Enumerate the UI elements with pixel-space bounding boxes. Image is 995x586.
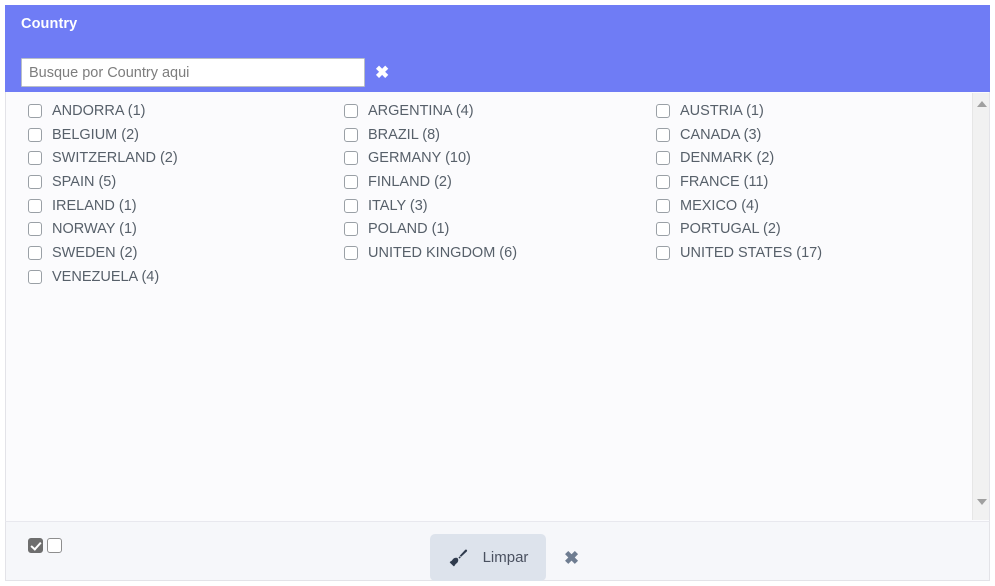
select-none-checkbox[interactable]	[47, 538, 62, 553]
clear-button[interactable]: Limpar	[430, 534, 546, 581]
list-item[interactable]: BRAZIL (8)	[344, 123, 640, 147]
clear-button-label: Limpar	[482, 549, 529, 566]
list-item-label: BRAZIL (8)	[368, 126, 440, 143]
list-item-label: DENMARK (2)	[680, 150, 775, 167]
list-item[interactable]: SWEDEN (2)	[28, 241, 324, 265]
checkbox-icon[interactable]	[344, 245, 358, 260]
country-filter-panel: Country ✖ ANDORRA (1) BELGIUM (2) SWITZE…	[0, 0, 995, 586]
list-item[interactable]: SWITZERLAND (2)	[28, 146, 324, 170]
list-item[interactable]: CANADA (3)	[656, 123, 952, 147]
list-item[interactable]: IRELAND (1)	[28, 194, 324, 218]
checkbox-icon[interactable]	[28, 269, 42, 284]
checkbox-icon[interactable]	[28, 198, 42, 213]
list-item-label: UNITED STATES (17)	[680, 244, 823, 261]
checkbox-icon[interactable]	[656, 174, 670, 189]
checkbox-icon[interactable]	[344, 127, 358, 142]
search-input[interactable]	[21, 58, 365, 87]
checkbox-icon[interactable]	[28, 174, 42, 189]
scroll-down-arrow-icon[interactable]	[973, 493, 990, 510]
footer-actions: Limpar ✖	[430, 534, 579, 581]
list-item-label: SWITZERLAND (2)	[52, 150, 178, 167]
list-item[interactable]: SPAIN (5)	[28, 170, 324, 194]
list-item-label: ARGENTINA (4)	[368, 102, 474, 119]
broom-icon	[448, 547, 470, 569]
list-item[interactable]: ANDORRA (1)	[28, 99, 324, 123]
list-item-label: AUSTRIA (1)	[680, 102, 764, 119]
list-item[interactable]: FINLAND (2)	[344, 170, 640, 194]
checkbox-icon[interactable]	[28, 245, 42, 260]
list-item-label: POLAND (1)	[368, 221, 450, 238]
list-item[interactable]: UNITED KINGDOM (6)	[344, 241, 640, 265]
list-item-label: ANDORRA (1)	[52, 102, 146, 119]
options-columns: ANDORRA (1) BELGIUM (2) SWITZERLAND (2) …	[6, 99, 961, 289]
checkbox-icon[interactable]	[656, 198, 670, 213]
list-item[interactable]: FRANCE (11)	[656, 170, 952, 194]
list-item[interactable]: UNITED STATES (17)	[656, 241, 952, 265]
vertical-scrollbar[interactable]	[972, 93, 989, 520]
list-item[interactable]: NORWAY (1)	[28, 217, 324, 241]
search-row: ✖	[21, 58, 389, 87]
list-item[interactable]: VENEZUELA (4)	[28, 265, 324, 289]
checkbox-icon[interactable]	[656, 151, 670, 166]
list-item[interactable]: AUSTRIA (1)	[656, 99, 952, 123]
options-column-3: AUSTRIA (1) CANADA (3) DENMARK (2) FRANC…	[640, 99, 952, 289]
list-item-label: CANADA (3)	[680, 126, 762, 143]
checkbox-icon[interactable]	[344, 198, 358, 213]
page-title: Country	[21, 16, 78, 32]
options-list: ANDORRA (1) BELGIUM (2) SWITZERLAND (2) …	[5, 92, 990, 521]
options-column-2: ARGENTINA (4) BRAZIL (8) GERMANY (10) FI…	[324, 99, 640, 289]
close-icon[interactable]: ✖	[564, 549, 579, 567]
list-item[interactable]: BELGIUM (2)	[28, 123, 324, 147]
checkbox-icon[interactable]	[344, 103, 358, 118]
list-item-label: UNITED KINGDOM (6)	[368, 244, 518, 261]
panel-header: Country ✖	[5, 5, 990, 92]
checkbox-icon[interactable]	[28, 151, 42, 166]
list-item[interactable]: MEXICO (4)	[656, 194, 952, 218]
clear-search-icon[interactable]: ✖	[375, 64, 389, 81]
options-column-1: ANDORRA (1) BELGIUM (2) SWITZERLAND (2) …	[6, 99, 324, 289]
list-item-label: IRELAND (1)	[52, 197, 137, 214]
panel-footer: Limpar ✖	[5, 521, 990, 581]
list-item-label: SPAIN (5)	[52, 173, 117, 190]
select-all-checkbox[interactable]	[28, 538, 43, 553]
list-item-label: FINLAND (2)	[368, 173, 452, 190]
checkbox-icon[interactable]	[656, 103, 670, 118]
checkbox-icon[interactable]	[28, 103, 42, 118]
checkbox-icon[interactable]	[656, 222, 670, 237]
checkbox-icon[interactable]	[344, 222, 358, 237]
list-item[interactable]: GERMANY (10)	[344, 146, 640, 170]
checkbox-icon[interactable]	[656, 245, 670, 260]
checkbox-icon[interactable]	[344, 151, 358, 166]
scroll-up-arrow-icon[interactable]	[973, 95, 990, 112]
checkbox-icon[interactable]	[656, 127, 670, 142]
list-item-label: ITALY (3)	[368, 197, 428, 214]
list-item-label: FRANCE (11)	[680, 173, 769, 190]
list-item[interactable]: POLAND (1)	[344, 217, 640, 241]
list-item[interactable]: ITALY (3)	[344, 194, 640, 218]
list-item-label: BELGIUM (2)	[52, 126, 140, 143]
list-item-label: PORTUGAL (2)	[680, 221, 781, 238]
footer-checkbox-group	[28, 538, 62, 553]
checkbox-icon[interactable]	[344, 174, 358, 189]
list-item-label: NORWAY (1)	[52, 221, 137, 238]
list-item-label: SWEDEN (2)	[52, 244, 138, 261]
list-item[interactable]: DENMARK (2)	[656, 146, 952, 170]
checkbox-icon[interactable]	[28, 127, 42, 142]
list-item[interactable]: ARGENTINA (4)	[344, 99, 640, 123]
list-item[interactable]: PORTUGAL (2)	[656, 217, 952, 241]
list-item-label: VENEZUELA (4)	[52, 268, 160, 285]
checkbox-icon[interactable]	[28, 222, 42, 237]
list-item-label: GERMANY (10)	[368, 150, 471, 167]
list-item-label: MEXICO (4)	[680, 197, 759, 214]
